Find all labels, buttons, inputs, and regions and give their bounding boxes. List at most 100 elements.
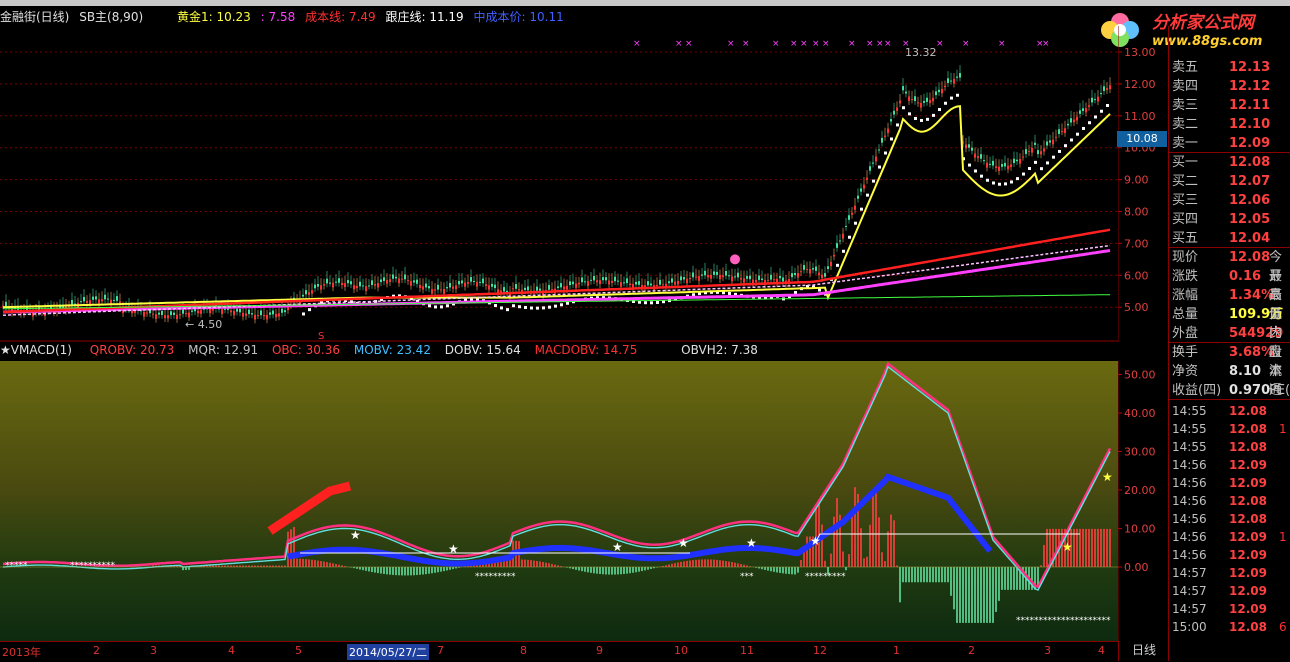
candle-body — [566, 285, 568, 290]
candle-body — [1064, 128, 1066, 133]
candle-body — [932, 97, 934, 102]
bid-row-label: 买五 — [1172, 231, 1199, 246]
tick-time: 14:56 — [1172, 512, 1207, 526]
candle-body — [92, 296, 94, 300]
candle-body — [803, 265, 805, 270]
stat-row-label: 换手 — [1172, 345, 1199, 360]
candle-body — [389, 279, 391, 283]
candle-body — [359, 281, 361, 287]
indicator-qrobv: QROBV: 20.73 — [89, 343, 175, 357]
candle-body — [878, 149, 880, 151]
candle-body — [89, 300, 91, 305]
candle-body — [269, 312, 271, 315]
candle-body — [1085, 108, 1087, 113]
candle-body — [824, 273, 826, 277]
period-label[interactable]: 日线 — [1118, 641, 1169, 661]
asterisk-marker: ***** — [1088, 616, 1111, 626]
signal-mark: × — [822, 39, 830, 49]
white-marker — [1058, 149, 1061, 153]
candle-body — [581, 277, 583, 283]
tick-row: 14:55 12.08 — [1169, 402, 1290, 420]
candle-body — [386, 280, 388, 284]
candle-body — [845, 225, 847, 227]
tick-row: 14:57 12.09 — [1169, 600, 1290, 618]
tick-row: 14:57 12.09 — [1169, 564, 1290, 582]
tick-time: 14:56 — [1172, 476, 1207, 490]
stat-row-label: 总量 — [1172, 307, 1199, 322]
price-axis-label: 5.00 — [1124, 301, 1149, 314]
candle-body — [1070, 118, 1072, 123]
candle-body — [617, 280, 619, 282]
white-marker — [1100, 109, 1103, 113]
candle-body — [341, 282, 343, 286]
white-marker — [1082, 126, 1085, 130]
bid-row-label: 买一 — [1172, 155, 1199, 170]
star-marker: ★ — [612, 540, 623, 554]
candle-body — [656, 285, 658, 287]
candle-body — [956, 76, 958, 78]
candle-body — [224, 308, 226, 310]
line-qrobv — [2, 361, 1112, 589]
candle-body — [602, 277, 604, 281]
white-marker — [434, 305, 437, 309]
candle-body — [407, 280, 409, 282]
candle-body — [266, 315, 268, 320]
candle-body — [713, 271, 715, 275]
candle-body — [983, 160, 985, 162]
ask-row: 卖二 12.10 — [1169, 115, 1290, 134]
date-tick: 4 — [228, 644, 235, 657]
white-marker — [1094, 115, 1097, 119]
bid-row-value: 12.08 — [1229, 155, 1271, 170]
white-marker — [980, 174, 983, 178]
candle-body — [920, 103, 922, 108]
white-marker — [938, 108, 941, 112]
candle-body — [797, 273, 799, 278]
candle-body — [464, 282, 466, 287]
star-marker: ★ — [1062, 540, 1073, 554]
candle-body — [605, 277, 607, 281]
candle-body — [314, 284, 316, 289]
white-marker — [500, 306, 503, 310]
candle-body — [518, 289, 520, 291]
candle-body — [221, 309, 223, 314]
candle-body — [257, 315, 259, 317]
white-marker — [866, 193, 869, 197]
asterisk-marker: ********* — [475, 572, 516, 582]
tick-row: 14:55 12.08 1 — [1169, 420, 1290, 438]
candle-body — [434, 289, 436, 291]
white-marker — [542, 306, 545, 310]
white-marker — [968, 163, 971, 167]
signal-mark: × — [998, 39, 1006, 49]
candle-body — [320, 285, 322, 290]
candle-body — [710, 274, 712, 279]
stat-row-value: 3.68% — [1229, 345, 1275, 360]
candle-body — [179, 314, 181, 316]
candle-body — [443, 289, 445, 294]
candle-body — [278, 313, 280, 317]
bid-row-value: 12.05 — [1229, 212, 1271, 227]
candle-body — [104, 294, 106, 300]
candle-body — [716, 271, 718, 275]
candle-body — [899, 100, 901, 104]
candle-body — [476, 281, 478, 287]
white-marker — [986, 178, 989, 182]
candle-body — [1019, 159, 1021, 164]
price-chart[interactable]: × × × × × × × × × × × × × × × × × × ××13.32← 4.50S — [0, 26, 1118, 342]
white-marker — [950, 96, 953, 100]
candle-body — [551, 289, 553, 291]
date-tick: 1 — [893, 644, 900, 657]
candle-body — [515, 284, 517, 289]
vmacd-chart[interactable]: ★★ ★ ★ ★ ★ ★★********* *** ********************… — [0, 361, 1118, 641]
ask-row: 卖一 12.09 — [1169, 134, 1290, 153]
candle-body — [461, 280, 463, 284]
candle-body — [749, 275, 751, 280]
vmacd-axis-label: 40.00 — [1124, 407, 1156, 420]
tick-time: 14:57 — [1172, 566, 1207, 580]
white-marker — [644, 301, 647, 305]
ask-row-value: 12.13 — [1229, 60, 1271, 75]
white-marker — [926, 117, 929, 121]
candle-body — [119, 301, 121, 303]
bid-row-value: 12.04 — [1229, 231, 1271, 246]
candle-body — [743, 278, 745, 283]
candle-body — [1055, 136, 1057, 138]
